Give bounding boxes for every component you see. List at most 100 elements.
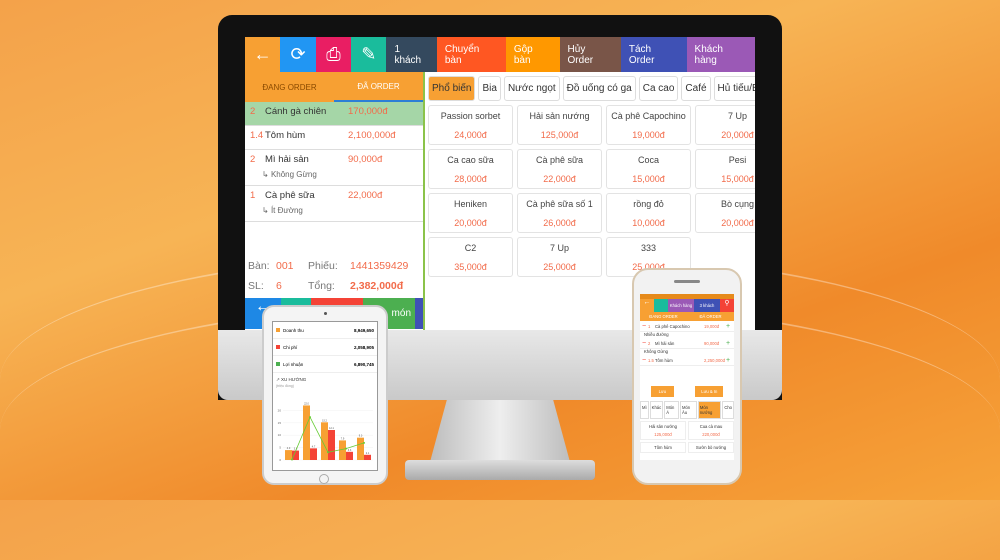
bar <box>285 450 292 460</box>
product-price: 26,000đ <box>543 218 576 228</box>
product-card[interactable]: Cà phê sữa số 1 26,000đ <box>517 193 602 233</box>
order-item[interactable]: −1.5 Tôm hùm 2,250,000đ + <box>640 355 734 366</box>
stat-row: Doanh thu 8,949,650 <box>273 322 377 339</box>
bar-label: 2.1 <box>366 452 370 455</box>
product-card[interactable]: C2 35,000đ <box>428 237 513 277</box>
product-price: 22,000đ <box>543 174 576 184</box>
toolbar-button[interactable]: Hủy Order <box>559 37 621 72</box>
product-card[interactable]: Pesi 15,000đ <box>695 149 755 189</box>
product-card[interactable]: Tôm hùm <box>640 442 686 453</box>
category-tab[interactable]: Món Á <box>664 401 679 419</box>
toolbar-button[interactable]: Chuyển bàn <box>436 37 506 72</box>
guests-button[interactable]: 3 khách <box>694 299 720 312</box>
product-card[interactable]: 7 Up 20,000đ <box>695 105 755 145</box>
toolbar-button[interactable]: Khách hàng <box>686 37 755 72</box>
category-tab[interactable]: Bia <box>478 76 501 101</box>
notepad-icon[interactable] <box>654 299 668 312</box>
home-button[interactable] <box>319 474 329 484</box>
category-tab[interactable]: Phổ biến <box>428 76 476 101</box>
product-card[interactable]: rồng đỏ 10,000đ <box>606 193 691 233</box>
toolbar-button[interactable]: Tách Order <box>620 37 687 72</box>
notepad-icon[interactable]: ✎ <box>351 37 387 72</box>
product-card[interactable]: Cà phê sữa 22,000đ <box>517 149 602 189</box>
product-name: Cua cà mau <box>699 424 723 429</box>
product-name: Hải sản nướng <box>649 424 677 429</box>
minus-icon[interactable]: − <box>640 357 648 364</box>
bar-label: 4.7 <box>312 445 316 448</box>
tab-current-order[interactable]: ĐANG ORDER <box>640 314 687 319</box>
phone: ← Khách hàng 3 khách ⚲ ĐANG ORDER ĐÃ ORD… <box>632 268 742 485</box>
trend-icon: ↗ <box>276 377 280 382</box>
stat-row: Lợi nhuận 6,890,745 <box>273 356 377 373</box>
product-grid: Passion sorbet 24,000đ Hải sản nướng 125,00… <box>425 105 755 277</box>
tab-current-order[interactable]: ĐANG ORDER <box>245 72 334 102</box>
item-price: 2,100,000đ <box>348 130 396 141</box>
minus-icon[interactable]: − <box>640 340 648 347</box>
order-item[interactable]: −1 Cà phê Capochino 19,000đ + <box>640 321 734 332</box>
product-card[interactable]: Bò cụng 20,000đ <box>695 193 755 233</box>
product-card[interactable]: Heniken 20,000đ <box>428 193 513 233</box>
product-name: Passion sorbet <box>440 111 501 121</box>
product-card[interactable]: Hải sản nướng 125,000đ <box>517 105 602 145</box>
product-card[interactable]: 7 Up 25,000đ <box>517 237 602 277</box>
category-tab[interactable]: Cho <box>722 401 734 419</box>
product-card[interactable]: Cà phê Capochino 19,000đ <box>606 105 691 145</box>
category-tab[interactable]: Mì <box>640 401 649 419</box>
monitor-base <box>405 460 595 480</box>
order-item[interactable]: −2 Mì hải sản 90,000đ + <box>640 338 734 349</box>
item-note: Ít Đường <box>270 206 303 215</box>
product-price: 220,000đ <box>702 432 720 437</box>
y-tick-label: 15 <box>278 421 282 425</box>
product-card[interactable]: Passion sorbet 24,000đ <box>428 105 513 145</box>
category-tab[interactable]: Hủ tiếu/Bún <box>713 76 755 101</box>
category-tab[interactable]: Café <box>681 76 711 101</box>
back-arrow-icon[interactable]: ← <box>640 299 654 312</box>
tab-done-order[interactable]: ĐÃ ORDER <box>687 314 734 319</box>
plus-icon[interactable]: + <box>726 340 734 347</box>
refresh-icon[interactable]: ⟳ <box>280 37 316 72</box>
order-item[interactable]: 2 Mì hải sản 90,000đ ↳ Không Gừng <box>245 150 423 186</box>
customer-button[interactable]: Khách hàng <box>668 299 694 312</box>
note-arrow-icon: ↳ <box>262 206 269 215</box>
plus-icon[interactable]: + <box>726 323 734 330</box>
product-price: 25,000đ <box>543 262 576 272</box>
order-item[interactable]: 1.4 Tôm hùm 2,100,000đ <box>245 126 423 150</box>
product-price: 20,000đ <box>454 218 487 228</box>
toolbar-button[interactable]: 1 khách <box>386 37 437 72</box>
category-tab[interactable]: Nước ngọt <box>503 76 560 101</box>
item-name: Mì hải sản <box>655 340 675 346</box>
item-price: 22,000đ <box>348 190 383 201</box>
product-name: rồng đỏ <box>633 199 664 209</box>
search-icon[interactable]: ⚲ <box>720 299 734 312</box>
chart-title: XU HƯỚNG <box>281 377 307 382</box>
product-card[interactable]: Hải sản nướng 125,000đ <box>640 421 686 440</box>
category-tabs: Phổ biến Bia Nước ngọt Đồ uống có ga Ca cao C… <box>425 72 755 105</box>
printer-icon[interactable]: ⎙ <box>315 37 352 72</box>
product-card[interactable]: Sườn bò nướng <box>688 442 734 453</box>
item-price: 90,000đ <box>704 340 720 346</box>
line-point <box>345 447 347 450</box>
toolbar-button[interactable]: Gộp bàn <box>505 37 560 72</box>
minus-icon[interactable]: − <box>640 323 648 330</box>
bar-label: 15.2 <box>322 419 327 422</box>
category-tab[interactable]: Món nướng <box>697 401 722 419</box>
item-qty: 1.5 <box>648 357 654 363</box>
product-card[interactable]: Cua cà mau 220,000đ <box>688 421 734 440</box>
save-button[interactable]: Lưu <box>650 386 675 397</box>
back-arrow-icon[interactable]: ← <box>245 37 281 72</box>
item-price: 2,250,000đ <box>704 357 725 363</box>
category-tab[interactable]: Khác <box>649 401 664 419</box>
category-tab[interactable]: Món Âu <box>679 401 697 419</box>
category-tab[interactable]: Ca cao <box>638 76 679 101</box>
product-card[interactable]: Coca 15,000đ <box>606 149 691 189</box>
order-item[interactable]: 1 Cà phê sữa 22,000đ ↳ Ít Đường <box>245 186 423 222</box>
more-button[interactable] <box>415 298 423 329</box>
product-price: 10,000đ <box>632 218 665 228</box>
category-tab[interactable]: Đồ uống có ga <box>562 76 636 101</box>
order-item[interactable]: 2 Cánh gà chiên 170,000đ <box>245 102 423 126</box>
save-print-button[interactable]: Lưu & In <box>695 386 724 397</box>
bar-label: 3.3 <box>348 449 352 452</box>
plus-icon[interactable]: + <box>726 357 734 364</box>
tab-done-order[interactable]: ĐÃ ORDER <box>334 72 423 102</box>
product-card[interactable]: Ca cao sữa 28,000đ <box>428 149 513 189</box>
